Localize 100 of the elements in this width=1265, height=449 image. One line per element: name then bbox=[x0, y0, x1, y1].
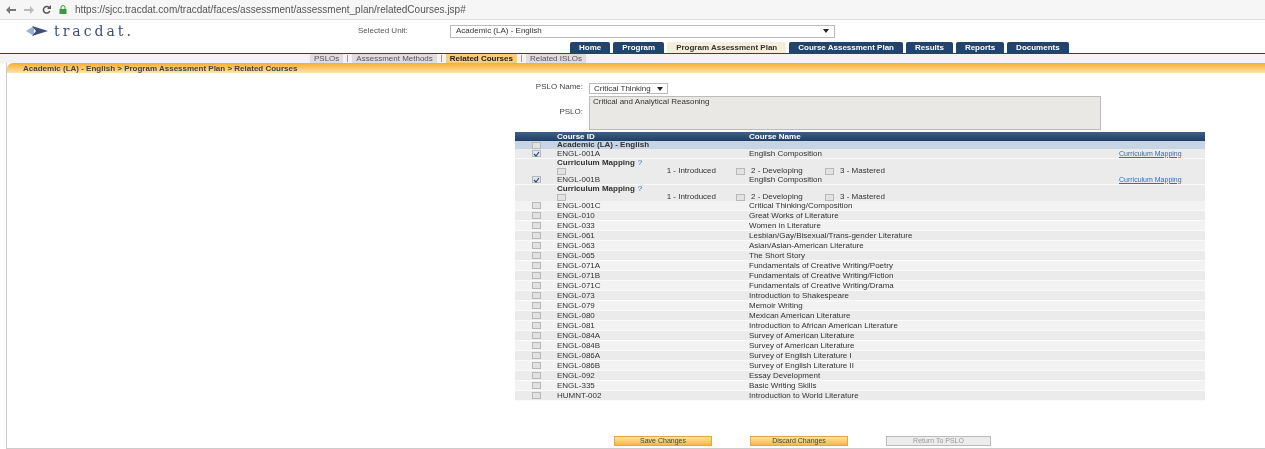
row-checkbox[interactable] bbox=[531, 332, 541, 339]
row-checkbox[interactable] bbox=[531, 392, 541, 399]
course-id: ENGL-033 bbox=[557, 221, 596, 230]
mapping-label: Curriculum Mapping bbox=[557, 185, 635, 193]
course-name: Memoir Writing bbox=[749, 301, 804, 310]
group-checkbox[interactable] bbox=[531, 141, 541, 149]
course-id: ENGL-071A bbox=[557, 261, 602, 270]
course-name: Women in Literature bbox=[749, 221, 822, 230]
sub-tab[interactable]: Related Courses bbox=[445, 54, 517, 63]
course-id: ENGL-335 bbox=[557, 381, 596, 390]
row-checkbox[interactable] bbox=[531, 262, 541, 269]
unit-label: Selected Unit: bbox=[358, 27, 409, 35]
nav-tab[interactable]: Results bbox=[905, 42, 953, 53]
sub-tab[interactable]: Related ISLOs bbox=[525, 54, 586, 63]
sub-tab[interactable]: Assessment Methods bbox=[352, 54, 437, 63]
course-name: The Short Story bbox=[749, 251, 807, 260]
row-checkbox[interactable] bbox=[531, 176, 541, 183]
column-header: Course Name bbox=[749, 132, 802, 141]
row-checkbox[interactable] bbox=[531, 342, 541, 349]
row-checkbox[interactable] bbox=[531, 222, 541, 229]
row-checkbox[interactable] bbox=[531, 212, 541, 219]
course-id: ENGL-081 bbox=[557, 321, 596, 330]
nav-tab[interactable]: Reports bbox=[955, 42, 1005, 53]
forward-icon[interactable] bbox=[24, 5, 34, 14]
course-id: ENGL-010 bbox=[557, 211, 596, 220]
course-name: Fundamentals of Creative Writing/Drama bbox=[749, 281, 895, 290]
level-label: 1 - Introduced bbox=[665, 193, 717, 201]
pslo-select[interactable]: Critical Thinking bbox=[589, 83, 668, 94]
level-label: 3 - Mastered bbox=[840, 193, 886, 201]
course-name: Survey of English Literature I bbox=[749, 351, 853, 360]
course-id: ENGL-092 bbox=[557, 371, 596, 380]
course-id: ENGL-065 bbox=[557, 251, 596, 260]
course-id: ENGL-086B bbox=[557, 361, 602, 370]
course-id: ENGL-001B bbox=[557, 175, 602, 184]
nav-tab[interactable]: Home bbox=[570, 42, 611, 53]
reload-icon[interactable] bbox=[42, 5, 51, 14]
row-checkbox[interactable] bbox=[531, 372, 541, 379]
level-label: 1 - Introduced bbox=[665, 167, 717, 175]
row-checkbox[interactable] bbox=[531, 202, 541, 209]
address-url[interactable]: https://sjcc.tracdat.com/tracdat/faces/assessment/assessment_plan/relatedCourses.jsp# bbox=[75, 5, 466, 14]
unit-select[interactable]: Academic (LA) - English bbox=[450, 24, 835, 38]
level-checkbox[interactable] bbox=[557, 193, 566, 201]
row-checkbox[interactable] bbox=[531, 362, 541, 369]
level-checkbox[interactable] bbox=[825, 193, 834, 201]
level-label: 3 - Mastered bbox=[839, 167, 886, 175]
logo-icon bbox=[26, 25, 48, 37]
help-link[interactable]: ? bbox=[637, 185, 643, 193]
course-name: Lesbian/Gay/Bisexual/Trans-gender Literature bbox=[749, 231, 914, 240]
course-name: Survey of American Literature bbox=[749, 331, 856, 340]
course-name: Fundamentals of Creative Writing/Fiction bbox=[749, 271, 895, 280]
row-checkbox[interactable] bbox=[531, 322, 541, 329]
course-name: Introduction to Shakespeare bbox=[749, 291, 851, 300]
row-checkbox[interactable] bbox=[531, 312, 541, 319]
mapping-label: Curriculum Mapping bbox=[557, 159, 635, 167]
nav-tab[interactable]: Documents bbox=[1007, 42, 1069, 53]
course-id: ENGL-001C bbox=[557, 201, 602, 210]
level-label: 2 - Developing bbox=[750, 167, 803, 175]
lock-icon bbox=[59, 5, 67, 14]
pslo-text-area[interactable]: Critical and Analytical Reasoning bbox=[589, 96, 1101, 130]
back-icon[interactable] bbox=[6, 5, 16, 14]
course-name: English Composition bbox=[749, 149, 823, 158]
course-name: Basic Writing Skills bbox=[749, 381, 818, 390]
course-id: ENGL-073 bbox=[557, 291, 596, 300]
course-name: Introduction to African American Literature bbox=[749, 321, 899, 330]
course-id: ENGL-063 bbox=[557, 241, 596, 250]
sub-tab[interactable]: PSLOs bbox=[310, 54, 344, 63]
course-name: Fundamentals of Creative Writing/Poetry bbox=[749, 261, 894, 270]
field-label: PSLO Name: bbox=[534, 83, 583, 91]
group-label: Academic (LA) - English bbox=[557, 141, 649, 149]
row-checkbox[interactable] bbox=[531, 252, 541, 259]
row-checkbox[interactable] bbox=[531, 282, 541, 289]
course-name: Great Works of Literature bbox=[749, 211, 840, 220]
row-checkbox[interactable] bbox=[531, 292, 541, 299]
row-checkbox[interactable] bbox=[531, 302, 541, 309]
course-name: Introduction to World Literature bbox=[749, 391, 860, 400]
field-label: PSLO: bbox=[558, 108, 583, 116]
level-checkbox[interactable] bbox=[736, 193, 745, 201]
course-name: Essay Development bbox=[749, 371, 822, 380]
level-checkbox[interactable] bbox=[557, 167, 566, 175]
level-checkbox[interactable] bbox=[736, 167, 745, 175]
course-id: ENGL-061 bbox=[557, 231, 596, 240]
row-checkbox[interactable] bbox=[531, 382, 541, 389]
course-name: Survey of American Literature bbox=[749, 341, 856, 350]
course-name: English Composition bbox=[749, 175, 823, 184]
course-id: HUMNT-002 bbox=[557, 391, 603, 400]
course-id: ENGL-084B bbox=[557, 341, 602, 350]
breadcrumb: Academic (LA) - English > Program Assessment Plan > Related Courses bbox=[23, 64, 298, 73]
row-checkbox[interactable] bbox=[531, 272, 541, 279]
help-link[interactable]: ? bbox=[637, 159, 643, 167]
course-id: ENGL-071C bbox=[557, 281, 602, 290]
row-checkbox[interactable] bbox=[531, 232, 541, 239]
row-checkbox[interactable] bbox=[531, 352, 541, 359]
nav-tab[interactable]: Program bbox=[613, 42, 665, 53]
nav-tab[interactable]: Course Assessment Plan bbox=[789, 42, 903, 53]
course-id: ENGL-001A bbox=[557, 149, 601, 158]
nav-tab[interactable]: Program Assessment Plan bbox=[667, 42, 787, 53]
row-checkbox[interactable] bbox=[531, 242, 541, 249]
course-name: Mexican American Literature bbox=[749, 311, 852, 320]
row-checkbox[interactable] bbox=[531, 150, 541, 157]
level-checkbox[interactable] bbox=[825, 167, 834, 175]
